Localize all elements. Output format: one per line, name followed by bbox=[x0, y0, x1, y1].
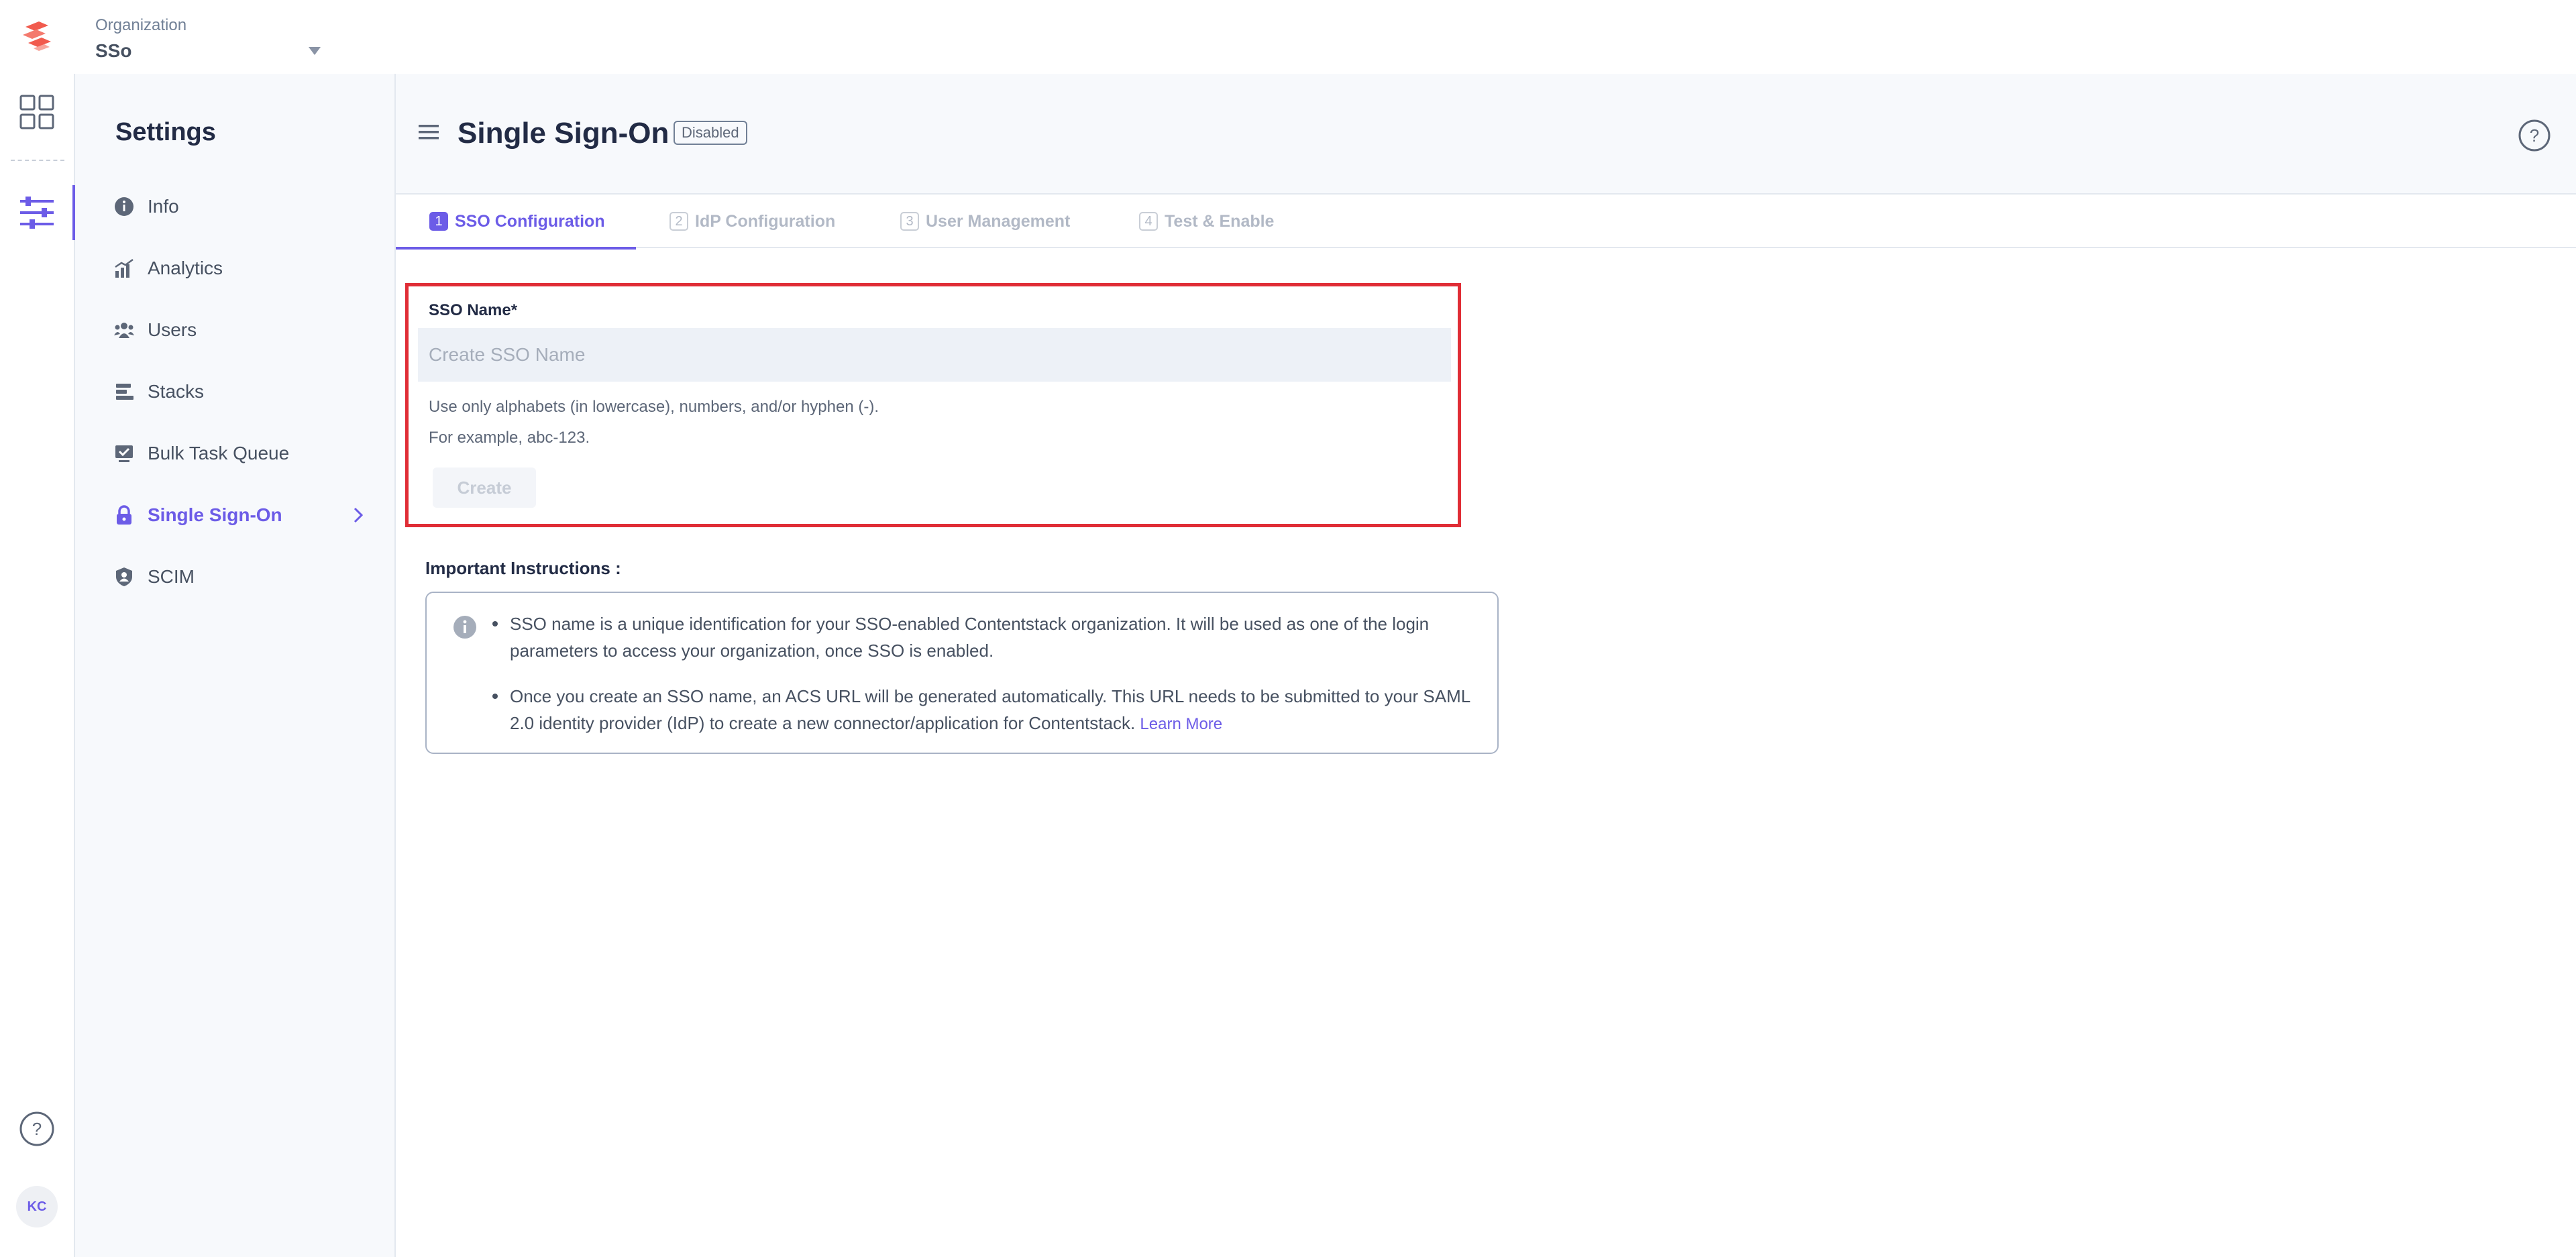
sidebar-item-single-sign-on[interactable]: Single Sign-On bbox=[113, 484, 374, 546]
list-item: SSO name is a unique identification for … bbox=[490, 610, 1483, 664]
sidebar-item-users[interactable]: Users bbox=[113, 299, 374, 361]
sso-name-hint: Use only alphabets (in lowercase), numbe… bbox=[429, 398, 879, 416]
apps-grid-icon[interactable] bbox=[17, 93, 56, 131]
sidebar-title: Settings bbox=[115, 118, 216, 146]
instructions-list: SSO name is a unique identification for … bbox=[490, 610, 1483, 757]
avatar[interactable]: KC bbox=[16, 1186, 58, 1227]
top-bar: Organization SSo bbox=[0, 0, 2576, 74]
contentstack-logo-icon[interactable] bbox=[19, 17, 56, 55]
tab-label: Test & Enable bbox=[1165, 211, 1275, 231]
sidebar-item-label: SCIM bbox=[148, 566, 195, 587]
tab-number: 1 bbox=[429, 212, 448, 231]
info-icon bbox=[453, 616, 476, 639]
instructions-title: Important Instructions : bbox=[425, 558, 621, 578]
tab-label: IdP Configuration bbox=[695, 211, 836, 231]
settings-sidebar: Settings Info Analytics Users Stacks Bul… bbox=[75, 74, 396, 1257]
sidebar-item-analytics[interactable]: Analytics bbox=[113, 237, 374, 299]
instructions-box: SSO name is a unique identification for … bbox=[425, 592, 1499, 754]
main-content: Single Sign-On Disabled ? 1 SSO Configur… bbox=[396, 74, 2576, 1257]
instruction-text: Once you create an SSO name, an ACS URL … bbox=[510, 686, 1470, 733]
tab-sso-configuration[interactable]: 1 SSO Configuration bbox=[429, 195, 605, 248]
tab-label: User Management bbox=[926, 211, 1071, 231]
sidebar-item-label: Users bbox=[148, 319, 197, 340]
sso-name-form: SSO Name* Use only alphabets (in lowerca… bbox=[405, 283, 1461, 527]
caret-down-icon[interactable] bbox=[309, 47, 321, 55]
tab-label: SSO Configuration bbox=[455, 211, 605, 231]
help-circle-icon[interactable]: ? bbox=[17, 1109, 56, 1148]
sidebar-item-label: Bulk Task Queue bbox=[148, 443, 290, 463]
learn-more-link[interactable]: Learn More bbox=[1140, 715, 1222, 733]
users-icon bbox=[113, 319, 136, 341]
tab-test-and-enable[interactable]: 4 Test & Enable bbox=[1139, 195, 1274, 248]
sidebar-item-stacks[interactable]: Stacks bbox=[113, 361, 374, 423]
page-header: Single Sign-On Disabled ? bbox=[396, 74, 2576, 195]
rail-divider bbox=[11, 160, 64, 161]
settings-nav: Info Analytics Users Stacks Bulk Task Qu bbox=[113, 176, 374, 608]
tab-number: 3 bbox=[900, 212, 919, 231]
sso-name-input[interactable] bbox=[418, 328, 1451, 382]
tab-idp-configuration[interactable]: 2 IdP Configuration bbox=[669, 195, 835, 248]
sidebar-item-label: Stacks bbox=[148, 381, 205, 402]
list-item: Once you create an SSO name, an ACS URL … bbox=[490, 683, 1483, 738]
tab-number: 4 bbox=[1139, 212, 1158, 231]
svg-text:?: ? bbox=[2530, 125, 2539, 146]
analytics-icon bbox=[113, 257, 136, 280]
icon-rail: ? KC bbox=[0, 74, 75, 1257]
organization-name: SSo bbox=[95, 40, 132, 61]
bulk-task-icon bbox=[113, 442, 136, 465]
active-tab-indicator bbox=[396, 247, 636, 250]
svg-text:?: ? bbox=[32, 1119, 42, 1139]
sidebar-item-info[interactable]: Info bbox=[113, 176, 374, 237]
tab-number: 2 bbox=[669, 212, 688, 231]
tab-user-management[interactable]: 3 User Management bbox=[900, 195, 1070, 248]
organization-label: Organization bbox=[95, 16, 187, 34]
sso-name-label: SSO Name* bbox=[429, 301, 518, 319]
status-badge: Disabled bbox=[674, 121, 747, 145]
page-title: Single Sign-On bbox=[458, 117, 669, 150]
settings-sliders-icon[interactable] bbox=[16, 192, 58, 233]
sso-name-example: For example, abc-123. bbox=[429, 429, 590, 447]
sidebar-item-label: Single Sign-On bbox=[148, 504, 282, 525]
create-button[interactable]: Create bbox=[433, 468, 536, 508]
shield-user-icon bbox=[113, 565, 136, 588]
step-tabs: 1 SSO Configuration 2 IdP Configuration … bbox=[396, 195, 2576, 250]
stacks-icon bbox=[113, 380, 136, 403]
lock-icon bbox=[113, 504, 136, 527]
sidebar-item-scim[interactable]: SCIM bbox=[113, 546, 374, 608]
chevron-right-icon bbox=[354, 507, 364, 523]
sidebar-item-label: Analytics bbox=[148, 258, 223, 278]
sidebar-item-bulk-task-queue[interactable]: Bulk Task Queue bbox=[113, 423, 374, 484]
info-icon bbox=[113, 195, 136, 218]
sidebar-item-label: Info bbox=[148, 196, 179, 217]
menu-icon[interactable] bbox=[419, 123, 439, 141]
instruction-text: SSO name is a unique identification for … bbox=[510, 614, 1430, 661]
organization-switcher[interactable]: Organization SSo bbox=[95, 13, 323, 64]
help-circle-icon[interactable]: ? bbox=[2517, 118, 2552, 153]
